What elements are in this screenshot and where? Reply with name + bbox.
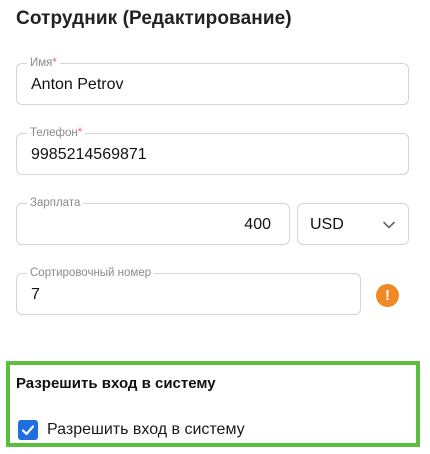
- login-permission-label[interactable]: Разрешить вход в систему: [47, 421, 245, 439]
- phone-field-label: Телефон*: [27, 126, 86, 140]
- phone-field-value: 9985214569871: [31, 146, 147, 163]
- page-title: Сотрудник (Редактирование): [16, 8, 292, 29]
- name-field[interactable]: Имя* Anton Petrov: [16, 56, 409, 105]
- currency-select-value: USD: [310, 216, 344, 233]
- login-permission-section: Разрешить вход в систему Разрешить вход …: [6, 361, 420, 447]
- sort-number-field-label: Сортировочный номер: [27, 266, 155, 280]
- name-field-value: Anton Petrov: [31, 76, 124, 93]
- checkmark-icon: [21, 425, 35, 436]
- chevron-down-icon: [383, 221, 395, 229]
- currency-select[interactable]: USD: [297, 203, 409, 245]
- phone-field[interactable]: Телефон* 9985214569871: [16, 126, 409, 175]
- salary-field-value: 400: [244, 216, 271, 233]
- login-permission-checkbox[interactable]: [18, 420, 38, 440]
- name-field-label: Имя*: [27, 56, 60, 70]
- exclamation-icon[interactable]: !: [376, 284, 399, 307]
- sort-number-field-value: 7: [31, 286, 40, 303]
- sort-number-field[interactable]: Сортировочный номер 7: [16, 266, 361, 315]
- login-section-title: Разрешить вход в систему: [16, 375, 216, 392]
- salary-field[interactable]: Зарплата 400: [16, 196, 290, 245]
- salary-field-label: Зарплата: [27, 196, 84, 210]
